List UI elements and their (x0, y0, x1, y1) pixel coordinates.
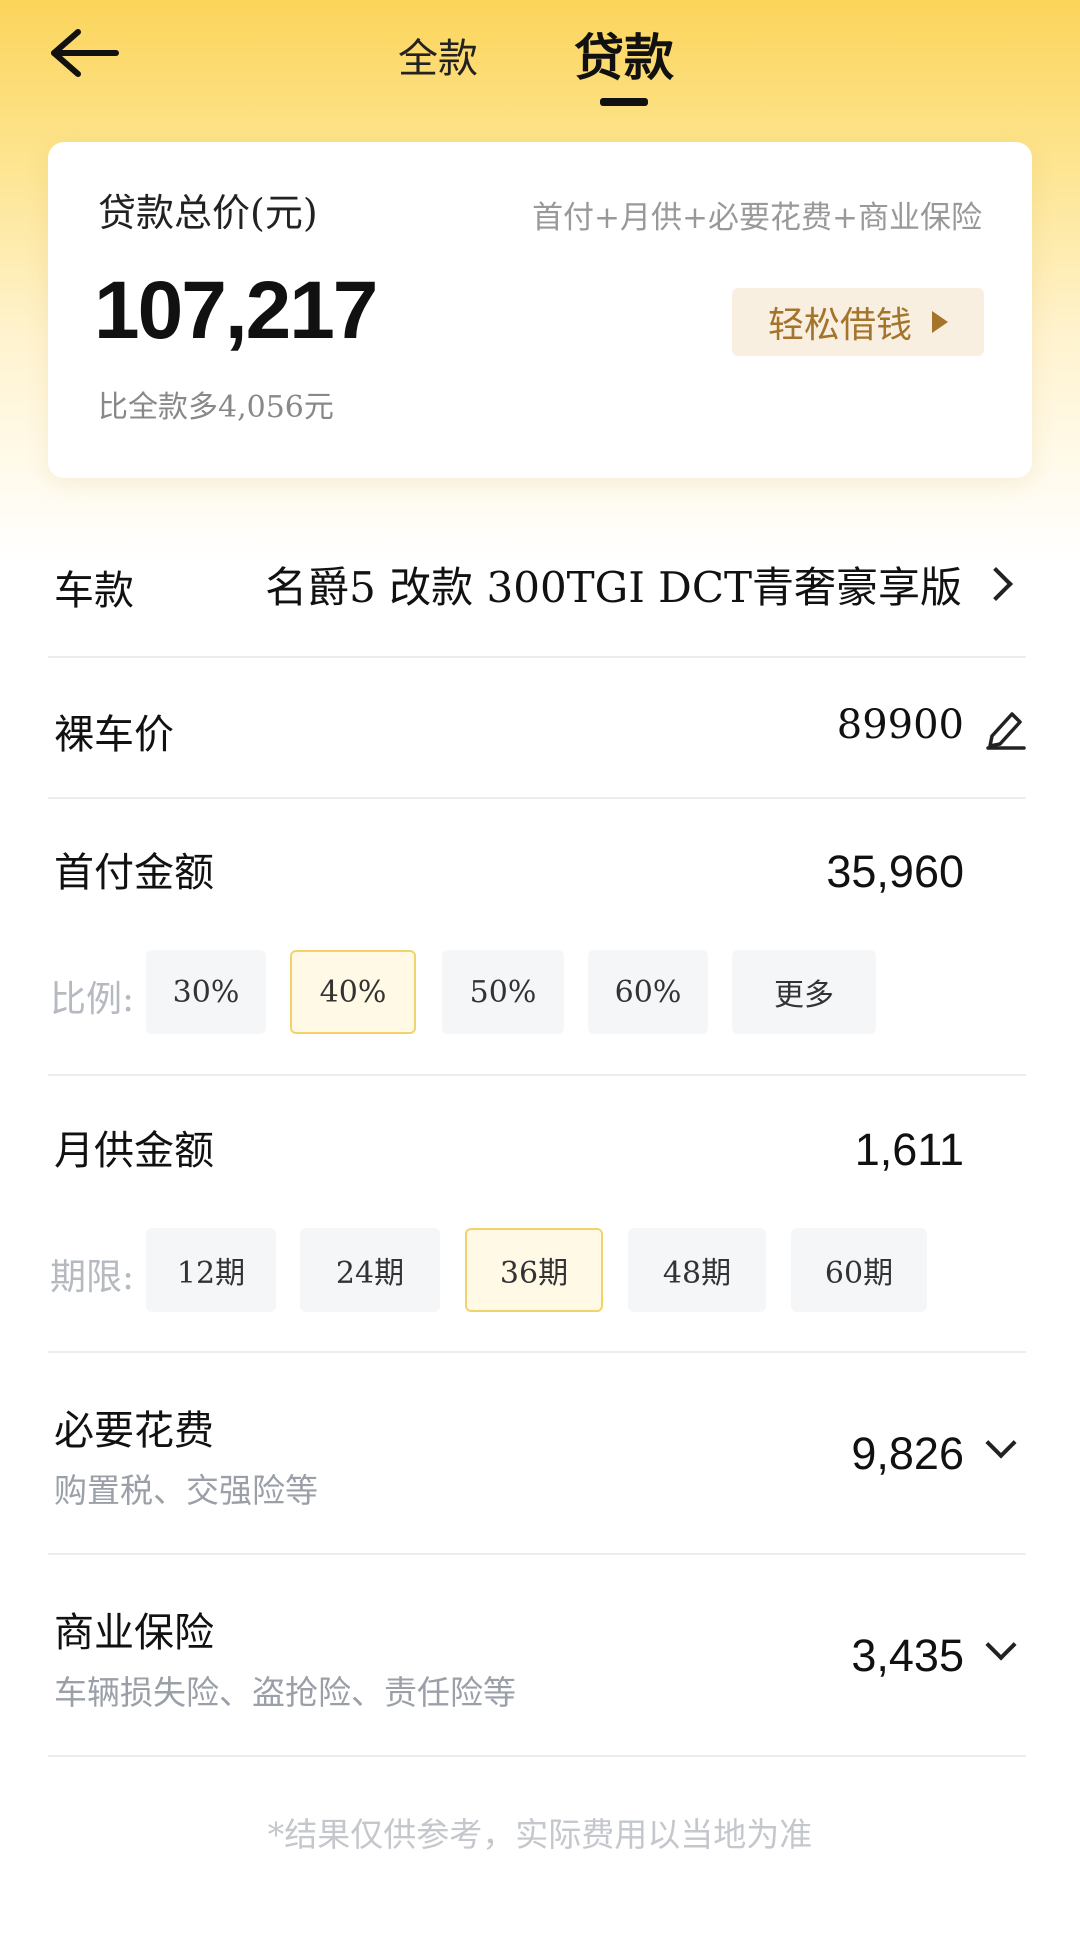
required-fees-row[interactable]: 必要花费 购置税、交强险等 9,826 (48, 1390, 1026, 1520)
term-option-24[interactable]: 24期 (300, 1228, 440, 1312)
monthly-payment-label: 月供金额 (54, 1128, 214, 1174)
ratio-option-more[interactable]: 更多 (732, 950, 876, 1034)
chevron-down-icon (985, 1629, 1017, 1661)
term-option-36[interactable]: 36期 (465, 1228, 603, 1312)
chevron-right-icon (979, 567, 1013, 601)
chevron-down-icon (985, 1427, 1017, 1459)
car-model-label: 车款 (54, 568, 134, 614)
tab-full-payment[interactable]: 全款 (398, 26, 478, 84)
divider (48, 797, 1026, 799)
bare-price-label: 裸车价 (54, 712, 174, 758)
term-option-12[interactable]: 12期 (146, 1228, 276, 1312)
term-option-48[interactable]: 48期 (628, 1228, 766, 1312)
car-model-value: 名爵5 改款 300TGI DCT青奢豪享版 (265, 563, 962, 612)
divider (48, 1755, 1026, 1757)
ratio-label: 比例: (50, 979, 135, 1020)
back-arrow-icon[interactable] (50, 28, 120, 78)
down-payment-value: 35,960 (826, 846, 964, 897)
tab-loan[interactable]: 贷款 (574, 18, 674, 90)
ratio-option-60[interactable]: 60% (588, 950, 708, 1034)
loan-total-price: 107,217 (94, 265, 378, 356)
ratio-option-50[interactable]: 50% (442, 950, 564, 1034)
commercial-insurance-value: 3,435 (851, 1630, 964, 1681)
easy-borrow-label: 轻松借钱 (767, 305, 912, 346)
term-label: 期限: (50, 1257, 135, 1298)
divider (48, 1553, 1026, 1555)
required-fees-label: 必要花费 (54, 1408, 214, 1454)
summary-formula: 首付+月供+必要花费+商业保险 (532, 200, 982, 236)
bare-price-row: 裸车价 89900 (48, 690, 1026, 790)
ratio-option-40[interactable]: 40% (290, 950, 416, 1034)
commercial-insurance-row[interactable]: 商业保险 车辆损失险、盗抢险、责任险等 3,435 (48, 1592, 1026, 1722)
car-model-row[interactable]: 车款 名爵5 改款 300TGI DCT青奢豪享版 (48, 548, 1026, 658)
required-fees-value: 9,826 (851, 1428, 964, 1479)
difference-vs-full: 比全款多4,056元 (98, 390, 334, 425)
down-payment-label: 首付金额 (54, 850, 214, 896)
summary-title: 贷款总价(元) (98, 191, 318, 235)
bare-price-value[interactable]: 89900 (837, 702, 964, 748)
term-option-60[interactable]: 60期 (791, 1228, 927, 1312)
commercial-insurance-sub: 车辆损失险、盗抢险、责任险等 (54, 1673, 516, 1712)
easy-borrow-button[interactable]: 轻松借钱 (732, 288, 984, 356)
edit-pencil-icon[interactable] (984, 706, 1026, 750)
monthly-payment-section: 月供金额 1,611 期限: 12期 24期 36期 48期 60期 (48, 1108, 1026, 1358)
ratio-option-30[interactable]: 30% (146, 950, 266, 1034)
required-fees-sub: 购置税、交强险等 (54, 1471, 318, 1510)
top-bar: 全款 贷款 (0, 0, 1080, 130)
commercial-insurance-label: 商业保险 (54, 1610, 214, 1656)
loan-summary-card: 贷款总价(元) 首付+月供+必要花费+商业保险 107,217 比全款多4,05… (48, 142, 1032, 478)
play-triangle-icon (932, 311, 948, 333)
active-tab-indicator (600, 98, 648, 106)
down-payment-section: 首付金额 35,960 比例: 30% 40% 50% 60% 更多 (48, 830, 1026, 1080)
monthly-payment-value: 1,611 (854, 1124, 964, 1175)
disclaimer-note: *结果仅供参考，实际费用以当地为准 (267, 1815, 813, 1854)
